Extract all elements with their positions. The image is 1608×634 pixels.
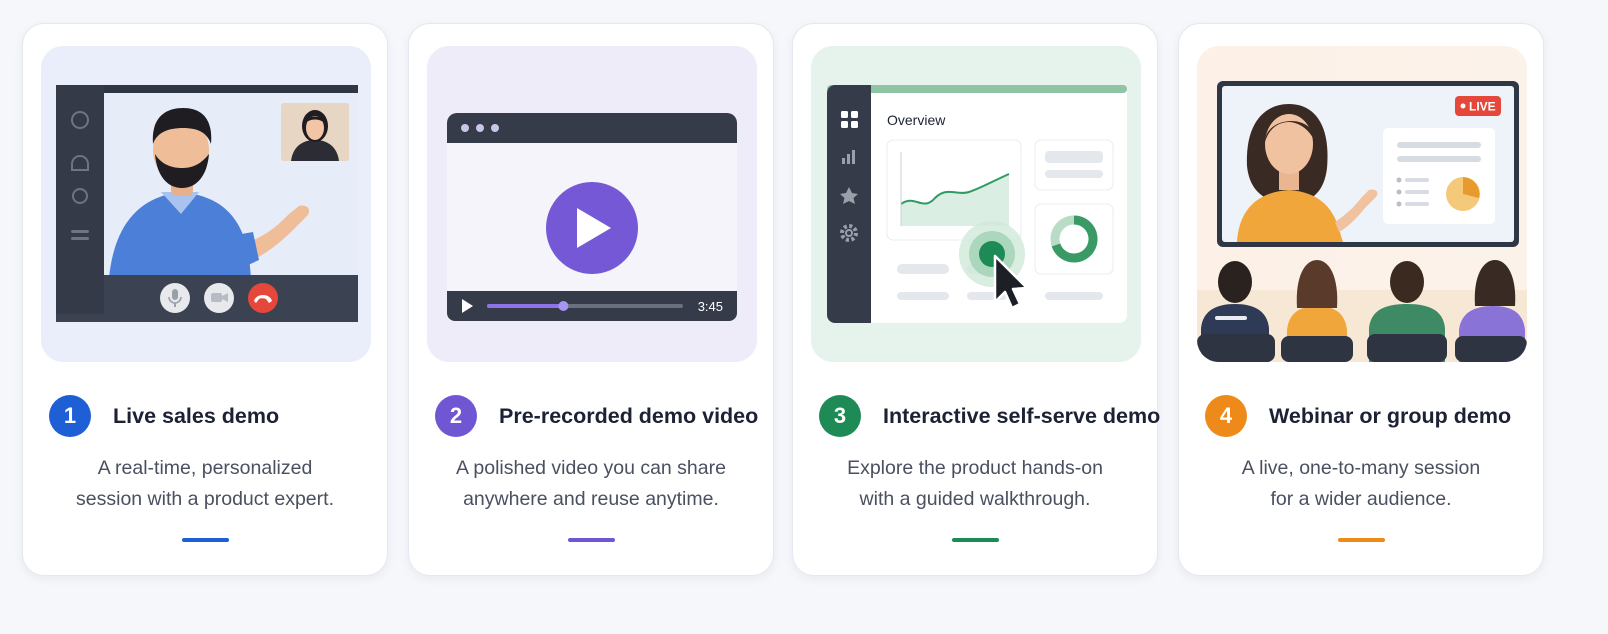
microphone-icon[interactable]	[160, 283, 190, 313]
demo-card-pre-recorded: 3:45 2 Pre-recorded demo video A polishe…	[408, 23, 774, 576]
video-call-illustration	[41, 46, 371, 362]
description-line: A real-time, personalized	[97, 457, 313, 479]
camera-icon[interactable]	[204, 283, 234, 313]
demo-card-live-sales: 1 Live sales demo A real-time, personali…	[22, 23, 388, 576]
step-number-badge: 3	[819, 395, 861, 437]
dashboard-walkthrough-illustration: Overview	[811, 46, 1141, 362]
description-line: session with a product expert.	[76, 488, 334, 510]
card-description: A polished video you can share anywhere …	[419, 453, 763, 515]
step-number-badge: 1	[49, 395, 91, 437]
card-title: Live sales demo	[113, 403, 280, 428]
description-line: Explore the product hands-on	[847, 457, 1103, 479]
end-call-icon[interactable]	[248, 283, 278, 313]
card-description: Explore the product hands-on with a guid…	[803, 453, 1147, 515]
description-line: with a guided walkthrough.	[859, 488, 1091, 510]
card-title-row: 2 Pre-recorded demo video	[435, 394, 758, 438]
card-title: Interactive self-serve demo	[883, 403, 1161, 428]
participant-thumbnail	[281, 103, 349, 161]
dashboard-heading: Overview	[887, 112, 946, 128]
card-title-row: 4 Webinar or group demo	[1205, 394, 1511, 438]
live-badge: LIVE	[1455, 96, 1501, 116]
accent-bar	[568, 538, 615, 542]
description-line: for a wider audience.	[1270, 488, 1452, 510]
card-description: A real-time, personalized session with a…	[33, 453, 377, 515]
description-line: anywhere and reuse anytime.	[463, 488, 719, 510]
card-description: A live, one-to-many session for a wider …	[1189, 453, 1533, 515]
pie-chart-icon	[1446, 177, 1480, 211]
demo-card-interactive: Overview 3 Interactive self-serve demo E…	[792, 23, 1160, 576]
card-title-row: 3 Interactive self-serve demo	[819, 394, 1160, 438]
card-title-row: 1 Live sales demo	[49, 394, 279, 438]
play-button-icon[interactable]	[546, 182, 638, 274]
card-title: Pre-recorded demo video	[499, 403, 759, 428]
video-duration: 3:45	[698, 299, 723, 314]
demo-card-webinar: LIVE 4 Webinar or group demo A live, one…	[1178, 23, 1544, 576]
accent-bar	[952, 538, 999, 542]
description-line: A polished video you can share	[456, 457, 726, 479]
video-player-illustration: 3:45	[427, 46, 757, 362]
step-number-badge: 2	[435, 395, 477, 437]
slide-panel	[1383, 128, 1495, 224]
live-badge-label: LIVE	[1469, 100, 1496, 114]
accent-bar	[182, 538, 229, 542]
audience-member	[1367, 261, 1447, 362]
description-line: A live, one-to-many session	[1241, 457, 1481, 479]
card-title: Webinar or group demo	[1269, 403, 1512, 428]
window-dots-icon	[461, 124, 499, 132]
accent-bar	[1338, 538, 1385, 542]
webinar-audience-illustration: LIVE	[1197, 46, 1527, 362]
donut-chart	[1034, 203, 1114, 275]
step-number-badge: 4	[1205, 395, 1247, 437]
